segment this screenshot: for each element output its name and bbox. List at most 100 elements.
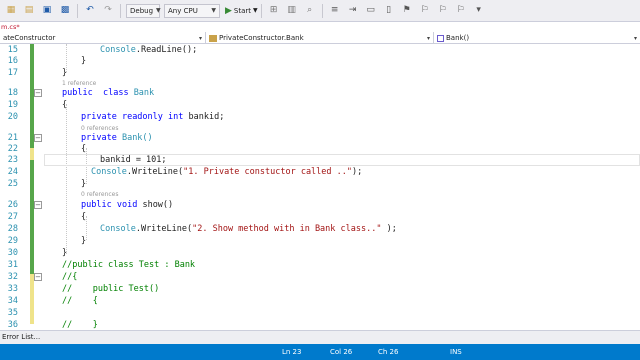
method-icon bbox=[437, 34, 444, 42]
comment-text: // } bbox=[62, 320, 98, 330]
type-label: PrivateConstructor.Bank bbox=[219, 34, 304, 42]
line-number: 33 bbox=[7, 284, 18, 294]
bookmark-icon[interactable]: ⚑ bbox=[400, 4, 414, 18]
char-indicator: Ch 26 bbox=[378, 348, 399, 356]
code-text: { bbox=[81, 212, 87, 222]
redo-icon[interactable]: ↷ bbox=[101, 4, 115, 18]
code-line: 30 } bbox=[0, 247, 640, 259]
close-paren: ); bbox=[352, 167, 363, 177]
keyword-private: private bbox=[81, 133, 117, 143]
code-text: } bbox=[62, 248, 68, 258]
member-label: Bank() bbox=[446, 34, 470, 42]
code-editor[interactable]: 15 Console.ReadLine(); 16 } 17 } 1 refer… bbox=[0, 44, 640, 330]
toolbar-options-icon[interactable]: ▾ bbox=[472, 4, 486, 18]
error-list-panel: Error List... bbox=[0, 330, 640, 344]
chevron-down-icon: ▼ bbox=[211, 7, 216, 14]
keyword-public: public bbox=[81, 200, 112, 210]
code-text: Console.WriteLine("2. Show method with i… bbox=[100, 223, 397, 235]
line-number: 20 bbox=[7, 112, 18, 122]
toolbar-divider bbox=[260, 3, 262, 18]
line-number: 29 bbox=[7, 236, 18, 246]
line-number: 26 bbox=[7, 200, 18, 210]
align-icon[interactable]: ≡ bbox=[328, 4, 342, 18]
toolbar-divider bbox=[77, 3, 78, 18]
open-file-icon[interactable]: ▤ bbox=[22, 4, 36, 18]
code-line: 36 // } bbox=[0, 319, 640, 330]
find-icon[interactable]: ⌕ bbox=[303, 4, 317, 18]
line-number: 30 bbox=[7, 248, 18, 258]
line-number: 31 bbox=[7, 260, 18, 270]
keyword-class: class bbox=[102, 88, 129, 98]
writeline-token: .WriteLine( bbox=[126, 167, 184, 177]
keyword-int: int bbox=[168, 112, 184, 122]
code-line: 17 } bbox=[0, 67, 640, 79]
code-line: 25 } bbox=[0, 178, 640, 190]
platform-label: Any CPU bbox=[168, 6, 198, 15]
line-number: 34 bbox=[7, 296, 18, 306]
comment-text: //{ bbox=[62, 272, 78, 282]
line-number: 32 bbox=[7, 272, 18, 282]
bookmark-prev-icon[interactable]: ⚐ bbox=[436, 4, 450, 18]
code-line: 16 } bbox=[0, 55, 640, 67]
error-list-tab[interactable]: Error List... bbox=[2, 333, 40, 341]
undo-icon[interactable]: ↶ bbox=[83, 4, 97, 18]
new-project-icon[interactable]: ▦ bbox=[4, 4, 18, 18]
uncomment-icon[interactable]: ▯ bbox=[382, 4, 396, 18]
line-number: 16 bbox=[7, 56, 18, 66]
close-paren: ); bbox=[381, 224, 397, 234]
play-icon: ▶ bbox=[225, 5, 232, 16]
toolbar-divider bbox=[120, 3, 121, 18]
platform-dropdown[interactable]: Any CPU ▼ bbox=[164, 3, 220, 18]
column-indicator: Col 26 bbox=[330, 348, 353, 356]
chevron-down-icon: ▾ bbox=[633, 34, 637, 42]
string-literal: "1. Private constuctor called .." bbox=[183, 167, 353, 177]
line-number: 35 bbox=[7, 308, 18, 318]
code-text: private readonly int bankid; bbox=[81, 111, 224, 123]
line-number: 36 bbox=[7, 320, 18, 330]
bookmark-clear-icon[interactable]: ⚐ bbox=[454, 4, 468, 18]
line-number: 25 bbox=[7, 179, 18, 189]
collapse-icon[interactable]: − bbox=[34, 134, 42, 142]
toolbar-divider bbox=[321, 3, 323, 18]
keyword-private: private bbox=[81, 112, 117, 122]
code-text: } bbox=[81, 179, 87, 189]
browser-icon[interactable]: ▥ bbox=[285, 4, 299, 18]
code-text: bankid = 101; bbox=[100, 155, 167, 165]
collapse-icon[interactable]: − bbox=[34, 201, 42, 209]
code-line: 18 − public class Bank bbox=[0, 87, 640, 99]
member-dropdown[interactable]: Bank() ▾ bbox=[434, 32, 640, 44]
save-icon[interactable]: ▣ bbox=[40, 4, 54, 18]
console-token: Console bbox=[100, 45, 136, 55]
collapse-icon[interactable]: − bbox=[34, 273, 42, 281]
chevron-down-icon: ▾ bbox=[198, 34, 202, 42]
config-label: Debug bbox=[130, 6, 154, 15]
code-line: 28 Console.WriteLine("2. Show method wit… bbox=[0, 223, 640, 235]
config-dropdown[interactable]: Debug ▼ bbox=[126, 3, 161, 18]
codelens-references[interactable]: 0 references bbox=[81, 190, 119, 199]
method-name: show() bbox=[142, 200, 174, 210]
line-number: 28 bbox=[7, 224, 18, 234]
type-dropdown[interactable]: PrivateConstructor.Bank ▾ bbox=[206, 32, 434, 44]
code-line: 20 private readonly int bankid; bbox=[0, 111, 640, 123]
start-button[interactable]: ▶ Start ▼ bbox=[225, 6, 258, 16]
code-line: 34 // { bbox=[0, 295, 640, 307]
comment-icon[interactable]: ▭ bbox=[364, 4, 378, 18]
line-number: 18 bbox=[7, 88, 18, 98]
console-token: Console bbox=[100, 224, 136, 234]
keyword-readonly: readonly bbox=[121, 112, 163, 122]
collapse-icon[interactable]: − bbox=[34, 89, 42, 97]
line-number: 24 bbox=[7, 167, 18, 177]
chevron-down-icon: ▼ bbox=[253, 7, 258, 14]
project-dropdown[interactable]: ateConstructor ▾ bbox=[0, 32, 206, 44]
attach-icon[interactable]: ⊞ bbox=[267, 4, 281, 18]
readline-token: .ReadLine(); bbox=[135, 45, 198, 55]
code-line: 24 Console.WriteLine("1. Private constuc… bbox=[0, 166, 640, 178]
class-icon bbox=[209, 34, 217, 42]
tab-file[interactable]: m.cs* bbox=[0, 23, 20, 32]
bookmark-next-icon[interactable]: ⚐ bbox=[418, 4, 432, 18]
code-line: 19 { bbox=[0, 99, 640, 111]
indent-icon[interactable]: ⇥ bbox=[346, 4, 360, 18]
code-text: public void show() bbox=[81, 199, 173, 211]
save-all-icon[interactable]: ▩ bbox=[58, 4, 72, 18]
keyword-public: public bbox=[62, 88, 93, 98]
